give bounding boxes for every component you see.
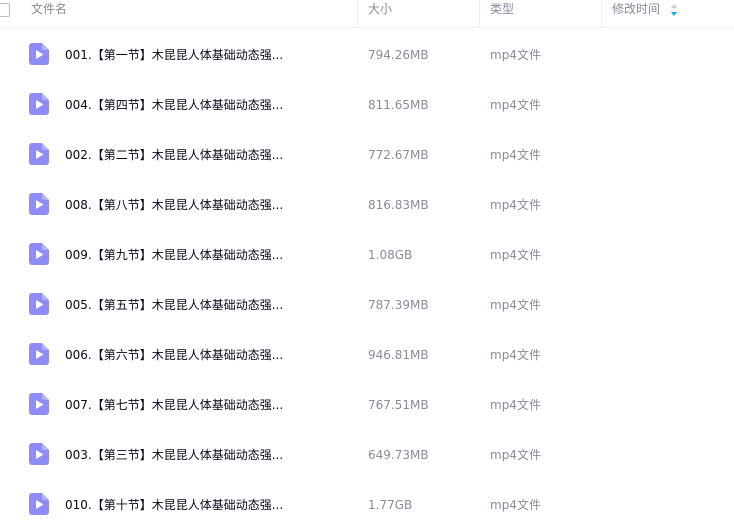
video-file-icon bbox=[29, 143, 49, 165]
file-size: 946.81MB bbox=[368, 348, 429, 362]
column-header-name[interactable]: 文件名 bbox=[31, 0, 67, 28]
file-name[interactable]: 003.【第三节】木昆昆人体基础动态强... bbox=[65, 430, 283, 480]
file-size: 767.51MB bbox=[368, 398, 429, 412]
video-file-icon bbox=[29, 293, 49, 315]
file-row[interactable]: 008.【第八节】木昆昆人体基础动态强... 816.83MB mp4文件 bbox=[0, 180, 734, 230]
file-name[interactable]: 002.【第二节】木昆昆人体基础动态强... bbox=[65, 130, 283, 180]
file-row[interactable]: 005.【第五节】木昆昆人体基础动态强... 787.39MB mp4文件 bbox=[0, 280, 734, 330]
file-size: 1.08GB bbox=[368, 248, 413, 262]
file-type: mp4文件 bbox=[490, 198, 541, 212]
file-rows: 001.【第一节】木昆昆人体基础动态强... 794.26MB mp4文件 00… bbox=[0, 30, 734, 530]
file-row[interactable]: 006.【第六节】木昆昆人体基础动态强... 946.81MB mp4文件 bbox=[0, 330, 734, 380]
file-size: 649.73MB bbox=[368, 448, 429, 462]
file-name[interactable]: 006.【第六节】木昆昆人体基础动态强... bbox=[65, 330, 283, 380]
file-type: mp4文件 bbox=[490, 398, 541, 412]
file-size: 1.77GB bbox=[368, 498, 413, 512]
file-size: 787.39MB bbox=[368, 298, 429, 312]
column-divider[interactable] bbox=[479, 0, 480, 28]
file-size: 794.26MB bbox=[368, 48, 429, 62]
file-row[interactable]: 004.【第四节】木昆昆人体基础动态强... 811.65MB mp4文件 bbox=[0, 80, 734, 130]
file-row[interactable]: 009.【第九节】木昆昆人体基础动态强... 1.08GB mp4文件 bbox=[0, 230, 734, 280]
file-name[interactable]: 007.【第七节】木昆昆人体基础动态强... bbox=[65, 380, 283, 430]
file-list: 文件名 大小 类型 修改时间 001.【第一节】木昆昆人体基础动态强... 79… bbox=[0, 0, 734, 531]
file-type: mp4文件 bbox=[490, 348, 541, 362]
file-row[interactable]: 003.【第三节】木昆昆人体基础动态强... 649.73MB mp4文件 bbox=[0, 430, 734, 480]
file-type: mp4文件 bbox=[490, 248, 541, 262]
column-divider[interactable] bbox=[601, 0, 602, 28]
file-type: mp4文件 bbox=[490, 498, 541, 512]
file-list-header: 文件名 大小 类型 修改时间 bbox=[0, 0, 734, 28]
column-header-type[interactable]: 类型 bbox=[490, 0, 514, 28]
file-name[interactable]: 009.【第九节】木昆昆人体基础动态强... bbox=[65, 230, 283, 280]
sort-arrows-icon[interactable] bbox=[670, 3, 678, 17]
video-file-icon bbox=[29, 43, 49, 65]
file-name[interactable]: 005.【第五节】木昆昆人体基础动态强... bbox=[65, 280, 283, 330]
video-file-icon bbox=[29, 243, 49, 265]
video-file-icon bbox=[29, 393, 49, 415]
column-header-modified-time[interactable]: 修改时间 bbox=[612, 0, 660, 28]
video-file-icon bbox=[29, 493, 49, 515]
file-type: mp4文件 bbox=[490, 148, 541, 162]
file-type: mp4文件 bbox=[490, 98, 541, 112]
file-size: 816.83MB bbox=[368, 198, 429, 212]
file-name[interactable]: 010.【第十节】木昆昆人体基础动态强... bbox=[65, 480, 283, 530]
file-name[interactable]: 001.【第一节】木昆昆人体基础动态强... bbox=[65, 30, 283, 80]
column-divider[interactable] bbox=[357, 0, 358, 28]
file-name[interactable]: 004.【第四节】木昆昆人体基础动态强... bbox=[65, 80, 283, 130]
video-file-icon bbox=[29, 343, 49, 365]
column-header-size[interactable]: 大小 bbox=[368, 0, 392, 28]
file-size: 811.65MB bbox=[368, 98, 429, 112]
file-row[interactable]: 002.【第二节】木昆昆人体基础动态强... 772.67MB mp4文件 bbox=[0, 130, 734, 180]
file-row[interactable]: 010.【第十节】木昆昆人体基础动态强... 1.77GB mp4文件 bbox=[0, 480, 734, 530]
file-type: mp4文件 bbox=[490, 448, 541, 462]
file-row[interactable]: 001.【第一节】木昆昆人体基础动态强... 794.26MB mp4文件 bbox=[0, 30, 734, 80]
video-file-icon bbox=[29, 193, 49, 215]
file-type: mp4文件 bbox=[490, 48, 541, 62]
file-size: 772.67MB bbox=[368, 148, 429, 162]
video-file-icon bbox=[29, 443, 49, 465]
file-name[interactable]: 008.【第八节】木昆昆人体基础动态强... bbox=[65, 180, 283, 230]
file-type: mp4文件 bbox=[490, 298, 541, 312]
select-all-checkbox[interactable] bbox=[0, 3, 10, 17]
video-file-icon bbox=[29, 93, 49, 115]
file-row[interactable]: 007.【第七节】木昆昆人体基础动态强... 767.51MB mp4文件 bbox=[0, 380, 734, 430]
